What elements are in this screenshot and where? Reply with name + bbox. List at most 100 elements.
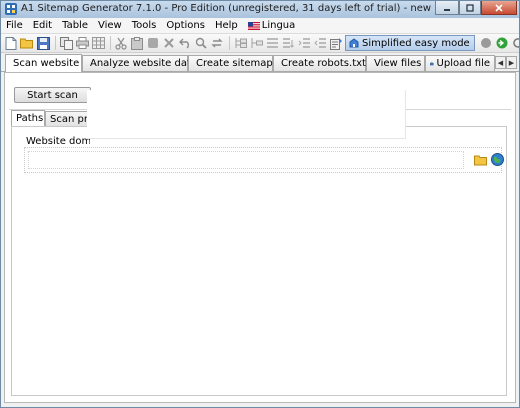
menu-edit[interactable]: Edit [28, 20, 57, 31]
close-icon [495, 3, 503, 12]
tab-label: Create sitemap [196, 58, 273, 69]
maximize-icon [466, 3, 474, 12]
menu-lingua-label: Lingua [261, 20, 296, 31]
cut-button[interactable] [114, 36, 128, 50]
tab-create-sitemap[interactable]: Create sitemap [188, 55, 273, 71]
open-in-browser-button[interactable] [490, 152, 505, 167]
save-disk-icon [36, 36, 50, 50]
tab-scroll-left-button[interactable]: ◀ [495, 56, 506, 69]
website-domain-label: Website domain address: [26, 136, 90, 147]
browse-folder-button[interactable] [473, 152, 488, 167]
copy-button[interactable] [59, 36, 73, 50]
blank-overlay-panel [87, 90, 406, 139]
open-folder-icon [20, 38, 33, 49]
find-button[interactable] [194, 36, 208, 50]
maximize-button[interactable] [459, 1, 481, 15]
toolbar: Simplified easy mode [1, 33, 519, 53]
subtab-scan-progress[interactable]: Scan progress [45, 111, 91, 126]
toolbar-separator [110, 36, 111, 50]
refresh-icon [513, 38, 519, 48]
paths-panel: Website domain address: [11, 126, 507, 396]
stop-circle-icon [480, 38, 491, 48]
delete-button[interactable] [162, 36, 176, 50]
cut-scissors-icon [115, 37, 127, 50]
list-down-icon [282, 38, 294, 48]
tab-create-robots[interactable]: Create robots.txt [273, 55, 366, 71]
chevron-right-icon: ▶ [508, 58, 515, 67]
table-button[interactable] [91, 36, 105, 50]
tab-label: Analyze website data [90, 58, 198, 69]
us-flag-icon [247, 21, 260, 30]
menu-view[interactable]: View [93, 20, 127, 31]
project-tasks-button[interactable] [329, 36, 343, 50]
stop-button[interactable] [479, 36, 493, 50]
start-scan-button[interactable]: Start scan [14, 87, 91, 103]
menu-lingua[interactable]: Lingua [243, 20, 301, 31]
tab-upload-file[interactable]: Upload file [425, 55, 495, 71]
print-icon [75, 37, 89, 49]
open-folder-icon [473, 155, 487, 165]
tab-label: Scan website [13, 58, 80, 69]
upload-icon [430, 61, 434, 66]
tab-scroll-right-button[interactable]: ▶ [506, 56, 517, 69]
close-button[interactable] [481, 1, 517, 15]
paste-clipboard-icon [131, 36, 143, 50]
toolbar-separator [229, 36, 230, 50]
open-project-button[interactable] [20, 36, 34, 50]
new-project-button[interactable] [4, 36, 18, 50]
replace-button[interactable] [210, 36, 224, 50]
undo-arrow-icon [178, 38, 189, 49]
move-up-button[interactable] [265, 36, 279, 50]
website-domain-input[interactable] [28, 151, 464, 169]
project-tasks-icon [329, 37, 342, 50]
menu-options[interactable]: Options [161, 20, 210, 31]
chevron-left-icon: ◀ [497, 58, 504, 67]
new-document-icon [5, 36, 17, 50]
copy-icon [59, 36, 73, 50]
clear-button[interactable] [146, 36, 160, 50]
subtab-paths[interactable]: Paths [11, 110, 45, 126]
paste-button[interactable] [130, 36, 144, 50]
menu-table[interactable]: Table [57, 20, 93, 31]
toolbar-separator [55, 36, 56, 50]
collapse-tree-button[interactable] [249, 36, 263, 50]
minimize-icon [444, 8, 450, 11]
indent-icon [298, 38, 310, 48]
window-title: A1 Sitemap Generator 7.1.0 - Pro Edition… [21, 3, 469, 14]
menu-tools[interactable]: Tools [127, 20, 162, 31]
tree-collapse-icon [251, 38, 263, 48]
replace-icon [211, 38, 223, 48]
tab-label: Create robots.txt [281, 58, 366, 69]
minimize-button[interactable] [435, 1, 459, 15]
undo-button[interactable] [178, 36, 192, 50]
expand-tree-button[interactable] [233, 36, 247, 50]
menu-help[interactable]: Help [210, 20, 243, 31]
refresh-button[interactable] [511, 36, 519, 50]
tab-view-files[interactable]: View files [366, 55, 425, 71]
save-project-button[interactable] [36, 36, 50, 50]
simplified-easy-mode-button[interactable]: Simplified easy mode [345, 35, 475, 51]
tab-label: View files [374, 58, 422, 69]
outdent-button[interactable] [313, 36, 327, 50]
mode-label: Simplified easy mode [362, 37, 470, 49]
website-domain-group [24, 147, 505, 173]
indent-button[interactable] [297, 36, 311, 50]
tab-scan-website[interactable]: Scan website [5, 54, 82, 72]
go-arrow-icon [496, 37, 508, 49]
clear-stop-icon [148, 38, 158, 48]
app-logo-icon [5, 3, 17, 15]
menu-file[interactable]: File [1, 20, 28, 31]
tab-label: Upload file [436, 58, 490, 69]
go-button[interactable] [495, 36, 509, 50]
menu-bar: File Edit Table View Tools Options Help … [1, 18, 519, 33]
outdent-icon [313, 38, 326, 48]
main-tab-row: Scan website Analyze website data Create… [1, 54, 519, 72]
globe-icon [491, 153, 504, 166]
table-grid-icon [91, 37, 105, 49]
move-down-button[interactable] [281, 36, 295, 50]
tab-analyze-website-data[interactable]: Analyze website data [82, 55, 197, 71]
search-magnifier-icon [195, 37, 207, 49]
print-button[interactable] [75, 36, 89, 50]
title-bar: A1 Sitemap Generator 7.1.0 - Pro Edition… [1, 1, 519, 19]
easy-mode-icon [349, 38, 359, 48]
